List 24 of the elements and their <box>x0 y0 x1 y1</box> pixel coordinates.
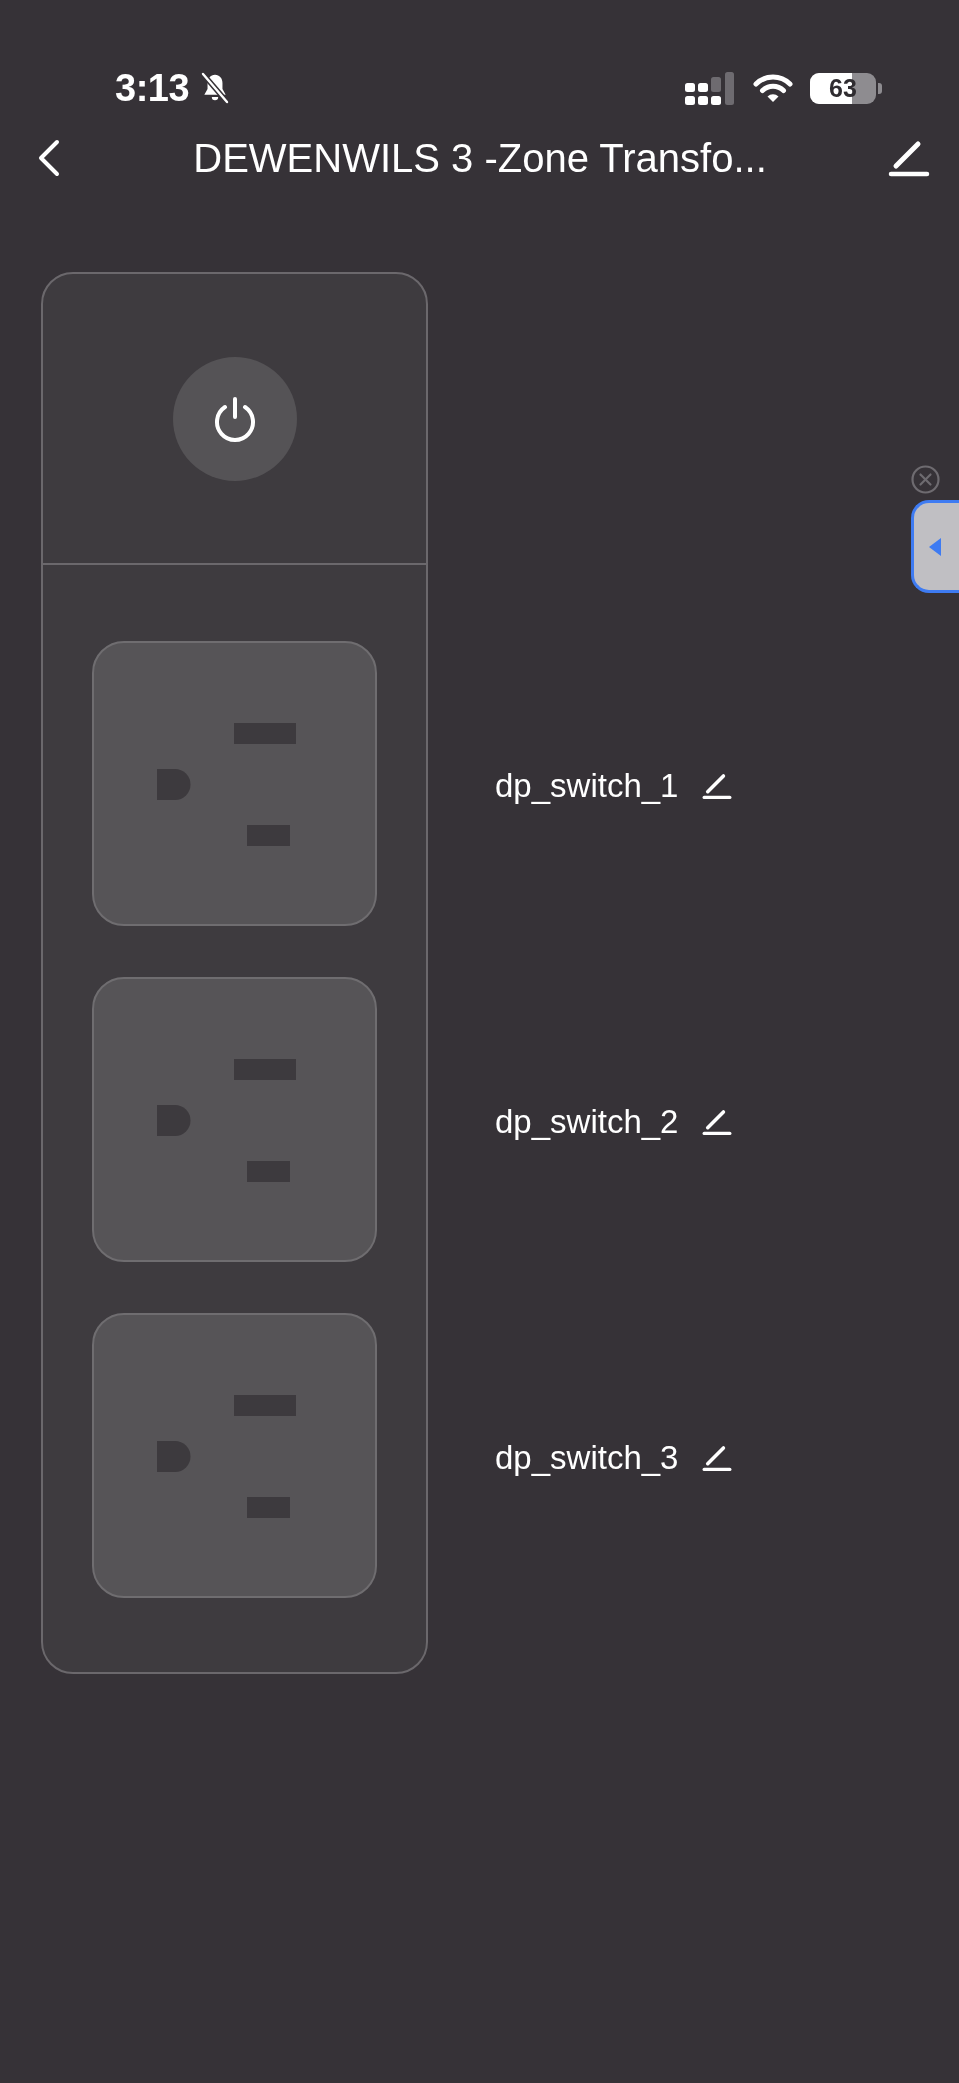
pencil-icon <box>702 1443 733 1472</box>
edit-button[interactable] <box>888 139 930 177</box>
close-button[interactable] <box>911 465 940 494</box>
rename-button[interactable] <box>702 1107 733 1136</box>
pencil-icon <box>702 771 733 800</box>
status-time: 3:13 <box>115 69 190 107</box>
socket-holes-icon <box>157 723 296 846</box>
socket-holes-icon <box>157 1059 296 1182</box>
back-chevron-icon <box>38 139 60 177</box>
side-tab-handle[interactable] <box>911 500 959 593</box>
wifi-icon <box>753 73 793 103</box>
socket-holes-icon <box>157 1395 296 1518</box>
outlet-name: dp_switch_3 <box>495 1438 679 1477</box>
close-icon <box>911 465 940 494</box>
cellular-signal-icon <box>685 71 736 105</box>
caret-left-icon <box>929 537 941 556</box>
rename-button[interactable] <box>702 771 733 800</box>
page-title: DEWENWILS 3 -Zone Transfo... <box>193 135 767 181</box>
rename-button[interactable] <box>702 1443 733 1472</box>
pencil-icon <box>888 139 930 177</box>
outlet-name: dp_switch_1 <box>495 766 679 805</box>
battery-indicator: 63 <box>810 72 882 104</box>
pencil-icon <box>702 1107 733 1136</box>
outlet-name: dp_switch_2 <box>495 1102 679 1141</box>
